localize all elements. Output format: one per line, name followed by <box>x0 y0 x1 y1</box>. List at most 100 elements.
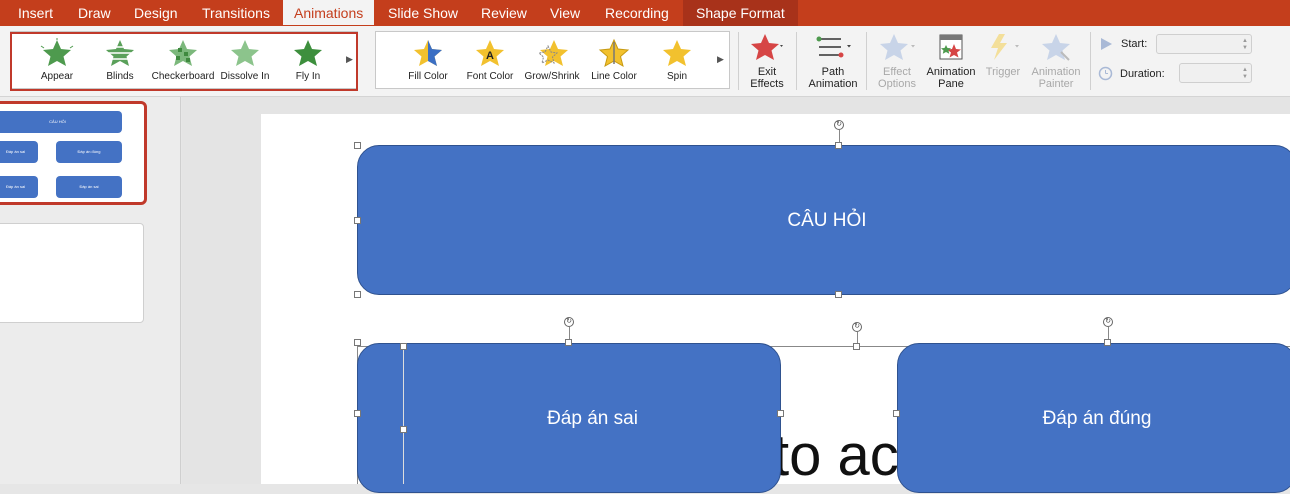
answer-wrong-shape[interactable]: Đáp án sai <box>357 343 781 493</box>
resize-handle[interactable] <box>354 410 361 417</box>
resize-handle[interactable] <box>835 142 842 149</box>
thumb-answer-wrong-shape: Đáp án sai <box>56 176 122 198</box>
path-animation-button[interactable]: Path Animation <box>804 32 862 90</box>
answer-wrong-label: Đáp án sai <box>547 408 638 429</box>
star-fill-color-icon <box>414 40 442 66</box>
resize-handle[interactable] <box>777 410 784 417</box>
trigger-button[interactable]: Trigger <box>982 32 1024 78</box>
star-exit-icon <box>751 34 783 60</box>
slide: to ac CÂU HỎI ↻ Đáp án sai ↻ ↻ Đáp án đú… <box>261 114 1290 493</box>
slide-thumbnail-pane: CÂU HỎI Đáp án sai Đáp án đúng Đáp án sa… <box>0 97 181 484</box>
rotate-handle-icon[interactable]: ↻ <box>564 317 574 327</box>
animation-pane-icon <box>939 34 963 60</box>
tab-insert[interactable]: Insert <box>18 0 53 26</box>
resize-handle[interactable] <box>354 291 361 298</box>
animation-painter-label-1: Animation <box>1031 66 1081 78</box>
tab-slide-show[interactable]: Slide Show <box>388 0 458 26</box>
star-font-color-icon: A <box>476 40 504 66</box>
animation-pane-label-2: Pane <box>938 78 964 90</box>
effect-options-label-2: Options <box>878 78 916 90</box>
rotate-connector <box>857 332 858 343</box>
start-dropdown[interactable]: ▲ ▼ <box>1156 34 1252 54</box>
tab-animations[interactable]: Animations <box>283 0 375 28</box>
star-spin-icon <box>663 40 691 66</box>
tab-design[interactable]: Design <box>134 0 178 26</box>
animation-pane-label-1: Animation <box>926 66 976 78</box>
gallery-scroll-right-icon[interactable]: ▶ <box>717 54 724 65</box>
resize-handle[interactable] <box>1104 339 1111 346</box>
effect-label: Line Color <box>591 71 637 82</box>
effect-options-icon <box>880 34 915 60</box>
selection-frame-edge <box>781 346 899 347</box>
path-animation-label-2: Animation <box>808 78 858 90</box>
resize-handle[interactable] <box>893 410 900 417</box>
path-animation-label-1: Path <box>821 66 845 78</box>
resize-handle[interactable] <box>354 142 361 149</box>
rotate-handle-icon[interactable]: ↻ <box>1103 317 1113 327</box>
question-shape[interactable]: CÂU HỎI <box>357 145 1290 295</box>
animations-ribbon: Appear Blinds Checkerboard Dissolve In F… <box>0 26 1290 97</box>
exit-effects-button[interactable]: Exit Effects <box>744 32 790 90</box>
inner-selection-border <box>403 346 404 484</box>
ribbon-separator <box>1090 32 1091 90</box>
rotate-connector <box>839 130 840 142</box>
animation-painter-button[interactable]: Animation Painter <box>1027 32 1085 90</box>
animation-pane-button[interactable]: Animation Pane <box>924 32 978 90</box>
ribbon-tab-bar: Insert Draw Design Transitions Animation… <box>0 0 1290 28</box>
tab-transitions[interactable]: Transitions <box>202 0 270 26</box>
effect-options-label-1: Effect <box>883 66 911 78</box>
star-line-color-icon <box>598 38 630 68</box>
duration-field[interactable]: ▲ ▼ <box>1179 63 1252 83</box>
tab-view[interactable]: View <box>550 0 580 26</box>
effect-label: Spin <box>666 71 687 82</box>
effect-line-color[interactable]: Line Color <box>579 38 649 82</box>
rotate-connector <box>569 327 570 339</box>
effect-label: Fill Color <box>408 71 448 82</box>
resize-handle[interactable] <box>565 339 572 346</box>
dropdown-chevron-icon: ▲ ▼ <box>1242 38 1248 51</box>
resize-handle[interactable] <box>400 426 407 433</box>
trigger-label: Trigger <box>985 66 1021 78</box>
resize-handle[interactable] <box>354 339 361 346</box>
slide-thumbnail-1[interactable]: CÂU HỎI Đáp án sai Đáp án đúng Đáp án sa… <box>0 101 147 205</box>
start-play-icon <box>1101 38 1112 50</box>
highlight-box <box>10 32 358 91</box>
resize-handle[interactable] <box>853 343 860 350</box>
resize-handle[interactable] <box>835 291 842 298</box>
exit-effects-label-1: Exit <box>757 66 777 78</box>
path-animation-icon <box>816 36 851 58</box>
slide-editing-canvas: to ac CÂU HỎI ↻ Đáp án sai ↻ ↻ Đáp án đú… <box>182 97 1290 493</box>
resize-handle[interactable] <box>354 217 361 224</box>
tab-shape-format[interactable]: Shape Format <box>683 0 798 26</box>
tab-review[interactable]: Review <box>481 0 527 26</box>
svg-text:A: A <box>486 50 494 62</box>
lightning-icon <box>991 34 1019 60</box>
effect-spin[interactable]: Spin <box>642 38 712 82</box>
rotate-connector <box>1108 327 1109 339</box>
start-label: Start: <box>1121 38 1148 50</box>
ribbon-separator <box>738 32 739 90</box>
resize-handle[interactable] <box>400 343 407 350</box>
slide-body-text[interactable]: to ac <box>773 422 899 489</box>
rotate-handle-icon[interactable]: ↻ <box>834 120 844 130</box>
tab-recording[interactable]: Recording <box>605 0 669 26</box>
duration-clock-icon <box>1098 66 1113 81</box>
tab-draw[interactable]: Draw <box>78 0 111 26</box>
ribbon-separator <box>796 32 797 90</box>
thumb-answer-wrong-shape: Đáp án sai <box>0 176 38 198</box>
star-grow-shrink-icon <box>537 40 568 66</box>
effect-font-color[interactable]: A Font Color <box>455 38 525 82</box>
effect-grow-shrink[interactable]: Grow/Shrink <box>517 38 587 82</box>
answer-right-shape[interactable]: Đáp án đúng <box>897 343 1290 493</box>
thumb-answer-right-shape: Đáp án đúng <box>56 141 122 163</box>
animation-painter-icon <box>1042 34 1070 61</box>
rotate-handle-icon[interactable]: ↻ <box>852 322 862 332</box>
exit-effects-label-2: Effects <box>750 78 784 90</box>
ribbon-separator <box>866 32 867 90</box>
animation-painter-label-2: Painter <box>1038 78 1074 90</box>
effect-label: Grow/Shrink <box>524 71 580 82</box>
effect-options-button[interactable]: Effect Options <box>873 32 921 90</box>
duration-stepper-icon[interactable]: ▲ ▼ <box>1242 67 1248 81</box>
slide-thumbnail-2[interactable] <box>0 223 144 323</box>
effect-fill-color[interactable]: Fill Color <box>393 38 463 82</box>
